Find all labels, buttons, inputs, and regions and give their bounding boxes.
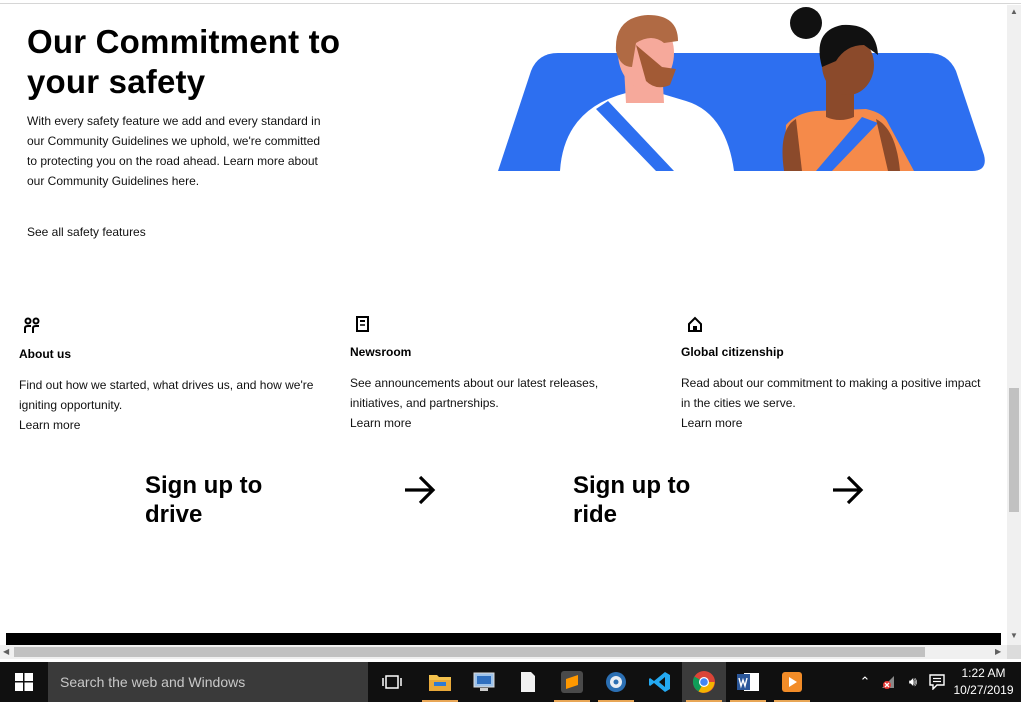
card-description: Find out how we started, what drives us,… — [19, 378, 314, 412]
network-error-icon — [882, 676, 894, 689]
sublime-text-icon — [561, 671, 583, 693]
sign-up-to-ride-link[interactable]: Sign up to ride — [573, 471, 713, 529]
vscode-button[interactable] — [638, 662, 682, 702]
page-title: Our Commitment to your safety — [27, 23, 341, 100]
people-icon — [24, 317, 40, 333]
media-app-button[interactable] — [594, 662, 638, 702]
scrollbar-corner — [1007, 645, 1021, 659]
task-view-button[interactable] — [370, 662, 414, 702]
card-global-citizenship: Global citizenship Read about our commit… — [681, 315, 981, 433]
arrow-right-icon[interactable] — [830, 472, 866, 508]
notification-icon — [929, 674, 945, 690]
horizontal-scroll-thumb[interactable] — [14, 647, 925, 657]
word-button[interactable] — [726, 662, 770, 702]
search-placeholder: Search the web and Windows — [60, 674, 246, 690]
horizontal-scrollbar[interactable]: ◀ ▶ — [0, 645, 1007, 659]
home-icon — [688, 316, 702, 332]
sign-up-to-drive-link[interactable]: Sign up to drive — [145, 471, 285, 529]
chrome-icon — [692, 671, 715, 693]
newspaper-icon — [356, 316, 369, 332]
about-us-learn-more-link[interactable]: Learn more — [19, 418, 80, 432]
window-top-border — [0, 0, 1021, 4]
page-viewport: Our Commitment to your safety With every… — [0, 5, 1007, 645]
word-icon — [737, 673, 759, 691]
clock-date: 10/27/2019 — [953, 683, 1014, 697]
windows-logo-icon — [15, 673, 33, 691]
document-icon — [521, 672, 535, 692]
vertical-scrollbar[interactable]: ▲ ▼ — [1007, 5, 1021, 645]
action-center-button[interactable] — [926, 662, 948, 702]
video-player-button[interactable] — [770, 662, 814, 702]
taskbar-clock[interactable]: 1:22 AM 10/27/2019 — [946, 665, 1021, 699]
scroll-left-icon[interactable]: ◀ — [3, 648, 9, 656]
folder-icon — [429, 675, 451, 691]
chrome-button[interactable] — [682, 662, 726, 702]
taskbar-search-box[interactable]: Search the web and Windows — [48, 662, 368, 702]
vertical-scroll-thumb[interactable] — [1009, 388, 1019, 512]
monitor-icon — [473, 672, 495, 691]
vscode-icon — [649, 672, 670, 692]
volume-button[interactable]: 🔊︎ — [902, 662, 924, 702]
sublime-text-button[interactable] — [550, 662, 594, 702]
card-newsroom: Newsroom See announcements about our lat… — [350, 315, 650, 433]
footer-top-bar — [6, 633, 1001, 645]
show-hidden-icons-button[interactable]: ⌃ — [854, 662, 876, 702]
global-citizenship-learn-more-link[interactable]: Learn more — [681, 416, 742, 430]
document-button[interactable] — [506, 662, 550, 702]
card-description: Read about our commitment to making a po… — [681, 376, 981, 410]
see-all-safety-features-link[interactable]: See all safety features — [27, 225, 146, 239]
scroll-down-icon[interactable]: ▼ — [1010, 632, 1018, 640]
arrow-right-icon[interactable] — [402, 472, 438, 508]
disc-icon — [606, 672, 626, 692]
task-view-icon — [382, 675, 402, 689]
card-about-us: About us Find out how we started, what d… — [19, 317, 319, 435]
file-explorer-button[interactable] — [418, 662, 462, 702]
remote-desktop-button[interactable] — [462, 662, 506, 702]
scroll-up-icon[interactable]: ▲ — [1010, 8, 1018, 16]
card-description: See announcements about our latest relea… — [350, 376, 599, 410]
clock-time: 1:22 AM — [961, 666, 1006, 680]
card-title: Newsroom — [350, 345, 412, 359]
play-icon — [782, 672, 802, 692]
start-button[interactable] — [0, 662, 48, 702]
speaker-icon: 🔊︎ — [908, 674, 918, 689]
scroll-right-icon[interactable]: ▶ — [995, 648, 1001, 656]
safety-paragraph: With every safety feature we add and eve… — [27, 114, 321, 188]
card-title: Global citizenship — [681, 345, 784, 359]
card-title: About us — [19, 347, 71, 361]
network-status-button[interactable] — [878, 662, 900, 702]
newsroom-learn-more-link[interactable]: Learn more — [350, 416, 411, 430]
chevron-up-icon: ⌃ — [859, 674, 871, 689]
windows-taskbar: Search the web and Windows ⌃ 🔊︎ 1:22 AM … — [0, 662, 1021, 702]
safety-illustration — [498, 7, 985, 171]
